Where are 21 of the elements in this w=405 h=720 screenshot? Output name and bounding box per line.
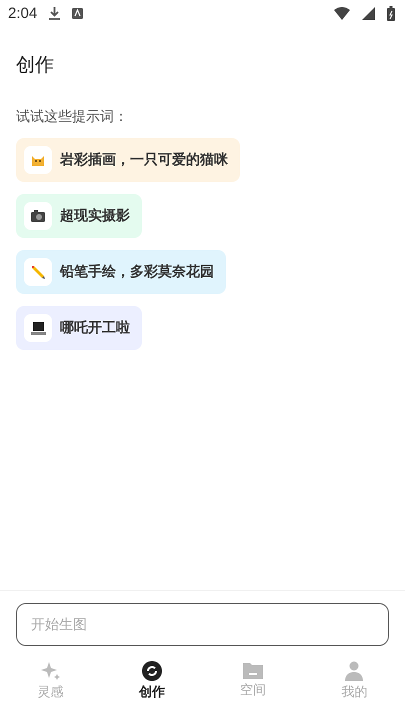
folder-icon [243,661,264,679]
camera-icon [31,210,45,222]
signal-icon [362,6,375,20]
prompts-heading: 试试这些提示词： [16,108,129,126]
pencil-icon [31,265,45,279]
battery-icon [387,6,395,20]
page-title: 创作 [16,53,55,78]
prompt-chip[interactable]: 哪吒开工啦 [16,306,142,350]
laptop-icon [30,322,46,334]
download-icon [49,6,60,20]
prompt-chip[interactable]: 岩彩插画，一只可爱的猫咪 [16,138,240,182]
prompt-input[interactable]: 开始生图 [16,603,389,646]
refresh-icon [142,661,162,681]
nav-tab[interactable]: 创作 [101,660,202,702]
sparkle-icon [40,661,61,681]
wifi-icon [334,6,350,20]
prompt-chip[interactable]: 铅笔手绘，多彩莫奈花园 [16,250,226,294]
person-icon [344,661,364,681]
status-time: 2:04 [8,4,38,22]
prompt-chip[interactable]: 超现实摄影 [16,194,142,238]
cat-icon [31,153,45,167]
